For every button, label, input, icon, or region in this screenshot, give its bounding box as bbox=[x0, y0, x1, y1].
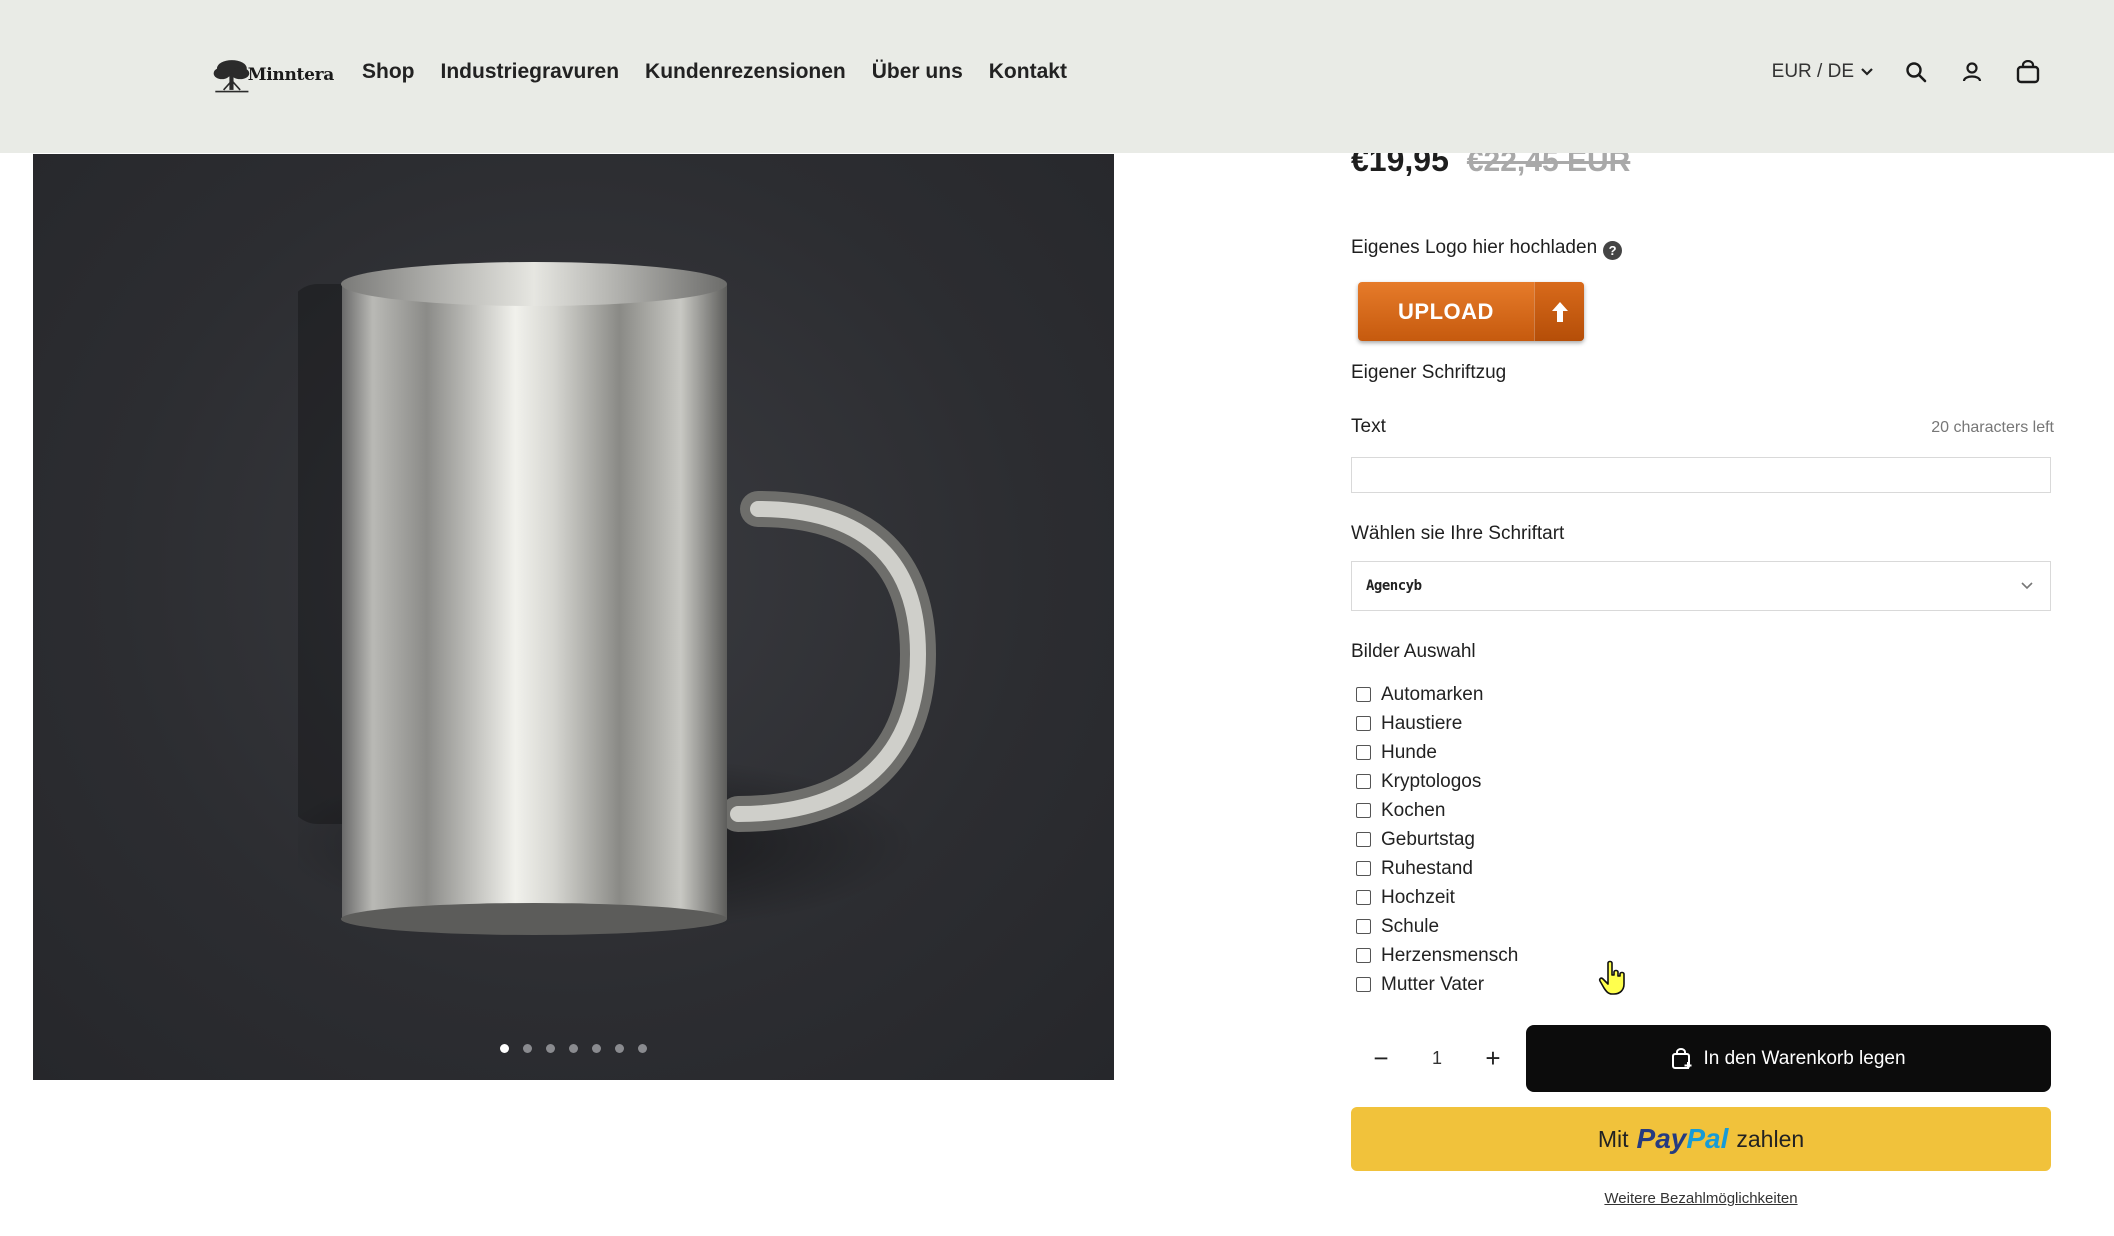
font-select[interactable]: Agencyb bbox=[1351, 561, 2051, 611]
gallery-dot[interactable] bbox=[569, 1044, 578, 1053]
upload-label: UPLOAD bbox=[1398, 298, 1494, 324]
checkbox-option[interactable]: Kochen bbox=[1356, 796, 1518, 825]
gallery-dot[interactable] bbox=[615, 1044, 624, 1053]
logo-upload-text: Eigenes Logo hier hochladen bbox=[1351, 237, 1598, 258]
search-icon bbox=[1906, 62, 1927, 83]
checkbox-label: Hunde bbox=[1381, 741, 1437, 763]
paypal-suffix: zahlen bbox=[1736, 1125, 1805, 1152]
gallery-dot[interactable] bbox=[500, 1044, 509, 1053]
nav-industriegravuren[interactable]: Industriegravuren bbox=[441, 60, 620, 84]
upload-arrow-icon bbox=[1534, 282, 1584, 341]
gallery-dot[interactable] bbox=[546, 1044, 555, 1053]
checkbox[interactable] bbox=[1356, 774, 1371, 789]
bag-plus-icon bbox=[1672, 1047, 1692, 1069]
paypal-button[interactable]: Mit PayPal zahlen bbox=[1351, 1107, 2051, 1171]
paypal-logo-pal: Pal bbox=[1686, 1123, 1729, 1154]
user-icon bbox=[1962, 62, 1982, 82]
quantity-stepper: − 1 + bbox=[1351, 1025, 1523, 1091]
logo[interactable]: Minntera bbox=[212, 52, 334, 98]
checkbox-option[interactable]: Schule bbox=[1356, 912, 1518, 941]
qty-increase-button[interactable]: + bbox=[1481, 1043, 1505, 1074]
checkbox-option[interactable]: Ruhestand bbox=[1356, 854, 1518, 883]
gallery-dot[interactable] bbox=[638, 1044, 647, 1053]
logo-text: Minntera bbox=[247, 65, 335, 85]
checkbox-option[interactable]: Geburtstag bbox=[1356, 825, 1518, 854]
gallery-dot[interactable] bbox=[523, 1044, 532, 1053]
checkbox-label: Kryptologos bbox=[1381, 770, 1482, 792]
cart-button[interactable] bbox=[2014, 58, 2042, 86]
lettering-heading: Eigener Schriftzug bbox=[1351, 362, 1507, 383]
checkbox-label: Kochen bbox=[1381, 799, 1446, 821]
chars-left-counter: 20 characters left bbox=[1931, 419, 2054, 436]
search-button[interactable] bbox=[1902, 58, 1930, 86]
checkbox-option[interactable]: Mutter Vater bbox=[1356, 970, 1518, 999]
font-select-value: Agencyb bbox=[1366, 578, 1422, 594]
main-nav: Shop Industriegravuren Kundenrezensionen… bbox=[362, 60, 1067, 84]
checkbox-option[interactable]: Hunde bbox=[1356, 738, 1518, 767]
checkbox[interactable] bbox=[1356, 687, 1371, 702]
checkbox[interactable] bbox=[1356, 948, 1371, 963]
logo-upload-label: Eigenes Logo hier hochladen? bbox=[1351, 237, 1623, 260]
checkbox-label: Ruhestand bbox=[1381, 857, 1473, 879]
nav-shop[interactable]: Shop bbox=[362, 60, 415, 84]
chevron-down-icon bbox=[1861, 68, 1873, 76]
more-payment-options-link[interactable]: Weitere Bezahlmöglichkeiten bbox=[1351, 1190, 2051, 1207]
nav-kundenrezensionen[interactable]: Kundenrezensionen bbox=[645, 60, 846, 84]
checkbox[interactable] bbox=[1356, 832, 1371, 847]
checkbox[interactable] bbox=[1356, 716, 1371, 731]
add-to-cart-button[interactable]: In den Warenkorb legen bbox=[1526, 1025, 2051, 1092]
locale-selector[interactable]: EUR / DE bbox=[1772, 61, 1874, 83]
custom-text-input[interactable] bbox=[1351, 457, 2051, 493]
chevron-down-icon bbox=[2021, 582, 2033, 590]
checkbox-option[interactable]: Kryptologos bbox=[1356, 767, 1518, 796]
checkbox-option[interactable]: Hochzeit bbox=[1356, 883, 1518, 912]
shopping-bag-icon bbox=[2016, 60, 2040, 84]
upload-button[interactable]: UPLOAD bbox=[1358, 282, 1584, 341]
nav-ueber-uns[interactable]: Über uns bbox=[872, 60, 963, 84]
qty-decrease-button[interactable]: − bbox=[1369, 1043, 1393, 1074]
image-selection-label: Bilder Auswahl bbox=[1351, 641, 1476, 662]
paypal-logo-pay: Pay bbox=[1636, 1123, 1687, 1154]
checkbox-label: Herzensmensch bbox=[1381, 944, 1519, 966]
header-actions: EUR / DE bbox=[1772, 58, 2042, 86]
text-field-label: Text bbox=[1351, 416, 1386, 437]
product-image-gallery[interactable] bbox=[33, 154, 1114, 1080]
checkbox[interactable] bbox=[1356, 919, 1371, 934]
font-select-label: Wählen sie Ihre Schriftart bbox=[1351, 523, 1565, 544]
checkbox[interactable] bbox=[1356, 861, 1371, 876]
checkbox-label: Haustiere bbox=[1381, 712, 1463, 734]
checkbox-label: Geburtstag bbox=[1381, 828, 1475, 850]
image-category-list: Automarken Haustiere Hunde Kryptologos K… bbox=[1356, 680, 1518, 999]
stainless-mug-image bbox=[298, 262, 937, 935]
gallery-dot[interactable] bbox=[592, 1044, 601, 1053]
account-button[interactable] bbox=[1958, 58, 1986, 86]
checkbox-label: Automarken bbox=[1381, 683, 1484, 705]
add-to-cart-label: In den Warenkorb legen bbox=[1703, 1047, 1906, 1069]
locale-label: EUR / DE bbox=[1771, 61, 1854, 82]
checkbox-label: Schule bbox=[1381, 915, 1440, 937]
checkbox[interactable] bbox=[1356, 890, 1371, 905]
hand-cursor-icon bbox=[1598, 960, 1625, 995]
checkbox[interactable] bbox=[1356, 745, 1371, 760]
qty-value[interactable]: 1 bbox=[1432, 1048, 1442, 1069]
checkbox-option[interactable]: Haustiere bbox=[1356, 709, 1518, 738]
paypal-prefix: Mit bbox=[1597, 1125, 1629, 1152]
help-icon[interactable]: ? bbox=[1603, 241, 1623, 260]
checkbox-label: Hochzeit bbox=[1381, 886, 1455, 908]
checkbox-option[interactable]: Herzensmensch bbox=[1356, 941, 1518, 970]
site-header: Minntera Shop Industriegravuren Kundenre… bbox=[0, 0, 2114, 153]
checkbox[interactable] bbox=[1356, 803, 1371, 818]
paypal-logo: PayPal bbox=[1637, 1123, 1729, 1155]
nav-kontakt[interactable]: Kontakt bbox=[989, 60, 1067, 84]
checkbox[interactable] bbox=[1356, 977, 1371, 992]
gallery-pagination bbox=[500, 1044, 647, 1053]
checkbox-option[interactable]: Automarken bbox=[1356, 680, 1518, 709]
checkbox-label: Mutter Vater bbox=[1381, 973, 1485, 995]
tree-logo-icon bbox=[213, 60, 250, 93]
